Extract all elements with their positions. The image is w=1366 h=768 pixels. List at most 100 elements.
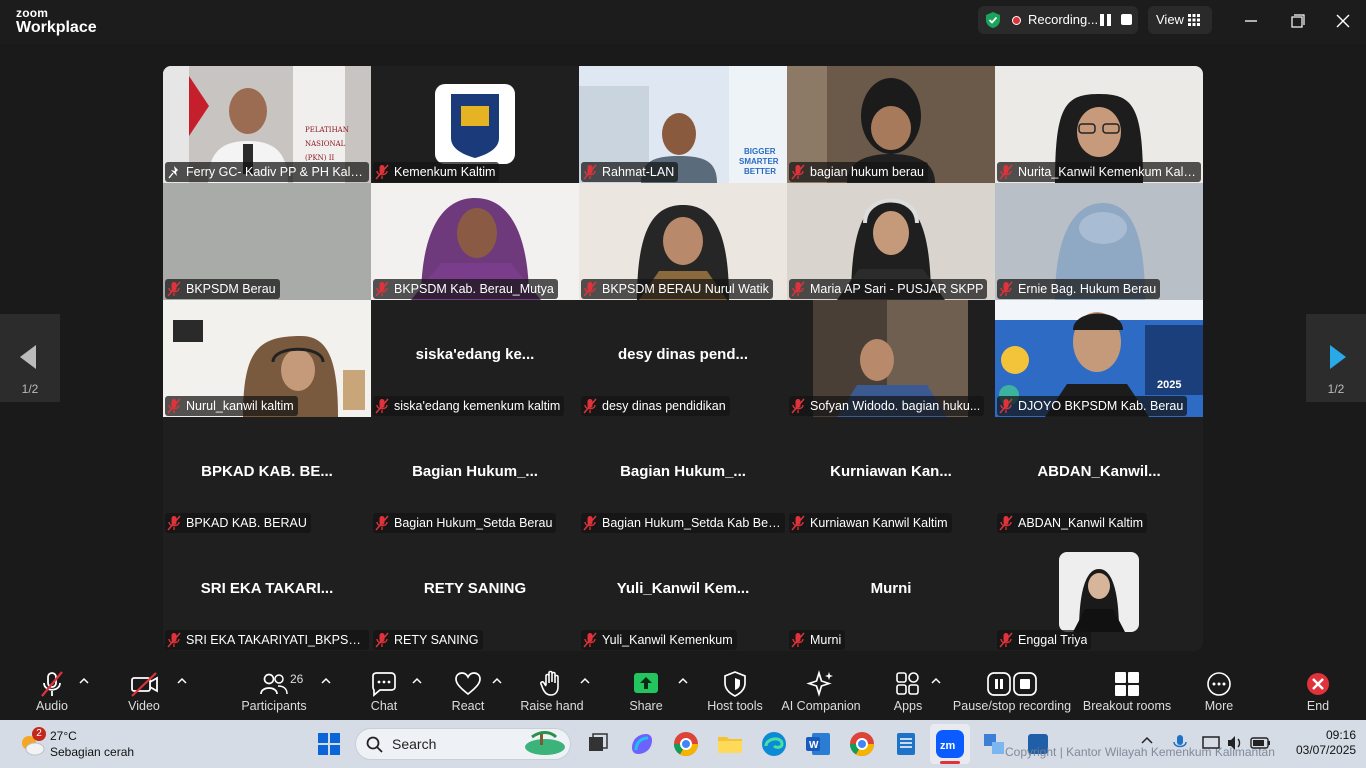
chevron-up-icon[interactable]: [931, 676, 941, 686]
participant-tile[interactable]: Nurita_Kanwil Kemenkum Kalt...: [995, 66, 1203, 183]
chevron-up-icon[interactable]: [79, 676, 89, 686]
minimize-icon[interactable]: [1236, 8, 1266, 34]
chevron-left-icon: [20, 345, 36, 369]
task-view-icon[interactable]: [582, 728, 614, 760]
muted-mic-icon: [167, 398, 181, 414]
chevron-up-icon[interactable]: [1140, 734, 1154, 748]
word-icon[interactable]: W: [802, 728, 834, 760]
recording-indicator[interactable]: Recording...: [978, 6, 1138, 34]
zoom-app-icon: zm: [936, 730, 964, 758]
participant-tile[interactable]: PELATIHAN NASIONAL (PKN) II Ferry GC- Ka…: [163, 66, 371, 183]
muted-mic-icon: [999, 515, 1013, 531]
participant-tile[interactable]: Yuli_Kanwil Kem... Yuli_Kanwil Kemenkum: [579, 534, 787, 651]
chrome-icon[interactable]: [670, 728, 702, 760]
next-page-button[interactable]: 1/2: [1306, 314, 1366, 402]
weather-widget[interactable]: 2 27°C Sebagian cerah: [18, 727, 168, 763]
participant-tile[interactable]: Ernie Bag. Hukum Berau: [995, 183, 1203, 300]
participant-tile[interactable]: BKPSDM Berau: [163, 183, 371, 300]
pinned-icon: [168, 166, 178, 179]
participant-tile[interactable]: Sofyan Widodo. bagian huku...: [787, 300, 995, 417]
participant-name-label: Ernie Bag. Hukum Berau: [997, 279, 1161, 299]
chrome-profile-icon[interactable]: [846, 728, 878, 760]
copilot-icon[interactable]: [626, 728, 658, 760]
edge-icon[interactable]: [758, 728, 790, 760]
battery-icon[interactable]: [1250, 734, 1272, 752]
participant-tile[interactable]: desy dinas pend... desy dinas pendidikan: [579, 300, 787, 417]
chevron-up-icon[interactable]: [412, 676, 422, 686]
notepad-icon[interactable]: [890, 728, 922, 760]
more-button[interactable]: More: [1194, 662, 1244, 720]
stop-recording-button[interactable]: [1121, 14, 1132, 25]
chevron-up-icon[interactable]: [177, 676, 187, 686]
share-button[interactable]: Share: [621, 662, 671, 720]
clock-time: 09:16: [1325, 728, 1356, 742]
host-tools-label: Host tools: [707, 699, 763, 713]
close-icon[interactable]: [1328, 8, 1358, 34]
end-label: End: [1306, 699, 1330, 713]
participant-name-label: BKPSDM BERAU Nurul Watik: [581, 279, 773, 299]
participant-tile[interactable]: Bagian Hukum_... Bagian Hukum_Setda Kab …: [579, 417, 787, 534]
display-icon[interactable]: [1202, 734, 1220, 752]
restore-icon[interactable]: [1282, 8, 1312, 34]
breakout-rooms-button[interactable]: Breakout rooms: [1082, 662, 1172, 720]
video-button[interactable]: Video: [114, 662, 174, 720]
pause-recording-button[interactable]: [1100, 14, 1112, 26]
participant-tile[interactable]: BIGGER SMARTER BETTER Rahmat-LAN: [579, 66, 787, 183]
previous-page-button[interactable]: 1/2: [0, 314, 60, 402]
participant-tile[interactable]: Kemenkum Kaltim: [371, 66, 579, 183]
participant-tile[interactable]: 2025 DJOYO BKPSDM Kab. Berau: [995, 300, 1203, 417]
participant-tile[interactable]: RETY SANING RETY SANING: [371, 534, 579, 651]
participant-tile[interactable]: BKPSDM Kab. Berau_Mutya: [371, 183, 579, 300]
brand-top: zoom: [16, 6, 49, 20]
microphone-icon[interactable]: [1172, 734, 1188, 752]
audio-button[interactable]: Audio: [22, 662, 82, 720]
chevron-up-icon[interactable]: [321, 676, 331, 686]
chevron-up-icon[interactable]: [580, 676, 590, 686]
chevron-up-icon[interactable]: [492, 676, 502, 686]
muted-mic-icon: [583, 632, 597, 648]
participant-name-label: Sofyan Widodo. bagian huku...: [789, 396, 985, 416]
chat-button[interactable]: Chat: [359, 662, 409, 720]
participant-tile[interactable]: BKPSDM BERAU Nurul Watik: [579, 183, 787, 300]
host-tools-button[interactable]: Host tools: [701, 662, 769, 720]
volume-icon[interactable]: [1226, 734, 1244, 752]
pause-stop-recording-button[interactable]: Pause/stop recording: [952, 662, 1072, 720]
ai-companion-button[interactable]: AI Companion: [779, 662, 863, 720]
participant-display-name: Bagian Hukum_...: [412, 463, 538, 480]
raise-hand-label: Raise hand: [520, 699, 584, 713]
svg-text:SMARTER: SMARTER: [739, 157, 779, 166]
participant-tile[interactable]: BPKAD KAB. BE... BPKAD KAB. BERAU: [163, 417, 371, 534]
participant-tile[interactable]: ABDAN_Kanwil... ABDAN_Kanwil Kaltim: [995, 417, 1203, 534]
raise-hand-button[interactable]: Raise hand: [518, 662, 586, 720]
end-button[interactable]: End: [1296, 662, 1340, 720]
react-button[interactable]: React: [443, 662, 493, 720]
participant-tile[interactable]: siska'edang ke... siska'edang kemenkum k…: [371, 300, 579, 417]
participant-tile[interactable]: Murni Murni: [787, 534, 995, 651]
taskbar-search[interactable]: Search: [355, 728, 571, 760]
system-clock[interactable]: 09:16 03/07/2025: [1296, 728, 1356, 758]
chevron-up-icon[interactable]: [678, 676, 688, 686]
participant-tile[interactable]: Kurniawan Kan... Kurniawan Kanwil Kaltim: [787, 417, 995, 534]
participant-name-label: Kurniawan Kanwil Kaltim: [789, 513, 952, 533]
view-button[interactable]: View: [1148, 6, 1212, 34]
muted-mic-icon: [583, 398, 597, 414]
muted-mic-icon: [791, 515, 805, 531]
file-explorer-icon[interactable]: [714, 728, 746, 760]
apps-button[interactable]: Apps: [883, 662, 933, 720]
participant-tile[interactable]: Nurul_kanwil kaltim: [163, 300, 371, 417]
participant-tile[interactable]: Bagian Hukum_... Bagian Hukum_Setda Bera…: [371, 417, 579, 534]
zoom-taskbar-active[interactable]: zm: [930, 724, 970, 764]
sparkle-icon: [806, 670, 833, 697]
participant-name-label: RETY SANING: [373, 630, 483, 650]
windows-start-icon[interactable]: [313, 728, 345, 760]
pause-stop-label: Pause/stop recording: [952, 699, 1072, 713]
svg-text:W: W: [809, 740, 819, 751]
participants-icon: [260, 673, 288, 695]
chat-icon: [372, 672, 396, 697]
participant-tile[interactable]: SRI EKA TAKARI... SRI EKA TAKARIYATI_BKP…: [163, 534, 371, 651]
participant-tile[interactable]: Maria AP Sari - PUSJAR SKPP: [787, 183, 995, 300]
participant-display-name: Kurniawan Kan...: [830, 463, 952, 480]
participant-tile[interactable]: bagian hukum berau: [787, 66, 995, 183]
participants-button[interactable]: 26 Participants: [238, 662, 310, 720]
participant-tile[interactable]: Enggal Triya: [995, 534, 1203, 651]
